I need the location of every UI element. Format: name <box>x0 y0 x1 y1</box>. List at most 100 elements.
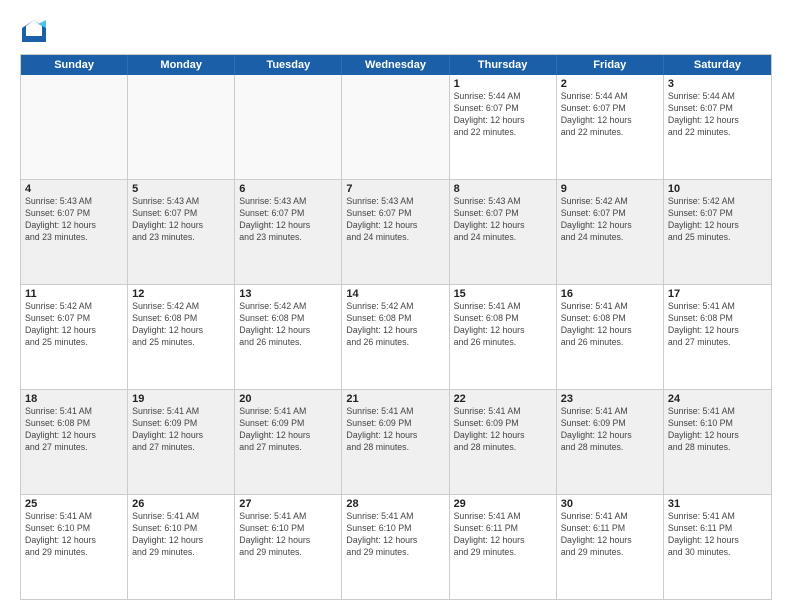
day-info: Sunrise: 5:42 AM Sunset: 6:08 PM Dayligh… <box>132 301 230 349</box>
day-cell-13: 13Sunrise: 5:42 AM Sunset: 6:08 PM Dayli… <box>235 285 342 389</box>
day-info: Sunrise: 5:42 AM Sunset: 6:08 PM Dayligh… <box>239 301 337 349</box>
day-number: 20 <box>239 393 337 405</box>
day-number: 2 <box>561 78 659 90</box>
weekday-header-thursday: Thursday <box>450 55 557 75</box>
day-info: Sunrise: 5:43 AM Sunset: 6:07 PM Dayligh… <box>346 196 444 244</box>
day-info: Sunrise: 5:41 AM Sunset: 6:09 PM Dayligh… <box>239 406 337 454</box>
day-number: 1 <box>454 78 552 90</box>
day-number: 12 <box>132 288 230 300</box>
day-cell-7: 7Sunrise: 5:43 AM Sunset: 6:07 PM Daylig… <box>342 180 449 284</box>
day-cell-31: 31Sunrise: 5:41 AM Sunset: 6:11 PM Dayli… <box>664 495 771 599</box>
day-number: 25 <box>25 498 123 510</box>
day-number: 18 <box>25 393 123 405</box>
day-number: 30 <box>561 498 659 510</box>
weekday-header-tuesday: Tuesday <box>235 55 342 75</box>
calendar-row-3: 18Sunrise: 5:41 AM Sunset: 6:08 PM Dayli… <box>21 390 771 495</box>
day-cell-23: 23Sunrise: 5:41 AM Sunset: 6:09 PM Dayli… <box>557 390 664 494</box>
day-number: 23 <box>561 393 659 405</box>
day-info: Sunrise: 5:41 AM Sunset: 6:08 PM Dayligh… <box>668 301 767 349</box>
day-info: Sunrise: 5:41 AM Sunset: 6:11 PM Dayligh… <box>454 511 552 559</box>
day-number: 14 <box>346 288 444 300</box>
empty-cell-0-2 <box>235 75 342 179</box>
day-number: 3 <box>668 78 767 90</box>
empty-cell-0-0 <box>21 75 128 179</box>
day-cell-20: 20Sunrise: 5:41 AM Sunset: 6:09 PM Dayli… <box>235 390 342 494</box>
day-number: 16 <box>561 288 659 300</box>
day-info: Sunrise: 5:41 AM Sunset: 6:10 PM Dayligh… <box>668 406 767 454</box>
day-cell-10: 10Sunrise: 5:42 AM Sunset: 6:07 PM Dayli… <box>664 180 771 284</box>
day-info: Sunrise: 5:44 AM Sunset: 6:07 PM Dayligh… <box>668 91 767 139</box>
day-cell-21: 21Sunrise: 5:41 AM Sunset: 6:09 PM Dayli… <box>342 390 449 494</box>
calendar-header: SundayMondayTuesdayWednesdayThursdayFrid… <box>21 55 771 75</box>
day-number: 29 <box>454 498 552 510</box>
day-number: 31 <box>668 498 767 510</box>
calendar-row-0: 1Sunrise: 5:44 AM Sunset: 6:07 PM Daylig… <box>21 75 771 180</box>
day-number: 13 <box>239 288 337 300</box>
day-cell-30: 30Sunrise: 5:41 AM Sunset: 6:11 PM Dayli… <box>557 495 664 599</box>
day-info: Sunrise: 5:42 AM Sunset: 6:07 PM Dayligh… <box>25 301 123 349</box>
day-cell-8: 8Sunrise: 5:43 AM Sunset: 6:07 PM Daylig… <box>450 180 557 284</box>
day-number: 6 <box>239 183 337 195</box>
day-cell-29: 29Sunrise: 5:41 AM Sunset: 6:11 PM Dayli… <box>450 495 557 599</box>
day-cell-27: 27Sunrise: 5:41 AM Sunset: 6:10 PM Dayli… <box>235 495 342 599</box>
day-cell-24: 24Sunrise: 5:41 AM Sunset: 6:10 PM Dayli… <box>664 390 771 494</box>
day-info: Sunrise: 5:44 AM Sunset: 6:07 PM Dayligh… <box>561 91 659 139</box>
day-cell-22: 22Sunrise: 5:41 AM Sunset: 6:09 PM Dayli… <box>450 390 557 494</box>
day-number: 22 <box>454 393 552 405</box>
calendar-row-2: 11Sunrise: 5:42 AM Sunset: 6:07 PM Dayli… <box>21 285 771 390</box>
day-info: Sunrise: 5:42 AM Sunset: 6:07 PM Dayligh… <box>561 196 659 244</box>
day-number: 17 <box>668 288 767 300</box>
day-cell-6: 6Sunrise: 5:43 AM Sunset: 6:07 PM Daylig… <box>235 180 342 284</box>
day-cell-11: 11Sunrise: 5:42 AM Sunset: 6:07 PM Dayli… <box>21 285 128 389</box>
header <box>20 18 772 46</box>
day-number: 15 <box>454 288 552 300</box>
day-info: Sunrise: 5:41 AM Sunset: 6:08 PM Dayligh… <box>561 301 659 349</box>
logo-icon <box>20 18 48 46</box>
logo <box>20 18 52 46</box>
day-info: Sunrise: 5:42 AM Sunset: 6:07 PM Dayligh… <box>668 196 767 244</box>
day-number: 21 <box>346 393 444 405</box>
day-number: 11 <box>25 288 123 300</box>
calendar: SundayMondayTuesdayWednesdayThursdayFrid… <box>20 54 772 600</box>
empty-cell-0-1 <box>128 75 235 179</box>
calendar-row-4: 25Sunrise: 5:41 AM Sunset: 6:10 PM Dayli… <box>21 495 771 599</box>
weekday-header-wednesday: Wednesday <box>342 55 449 75</box>
day-info: Sunrise: 5:43 AM Sunset: 6:07 PM Dayligh… <box>132 196 230 244</box>
day-info: Sunrise: 5:41 AM Sunset: 6:11 PM Dayligh… <box>561 511 659 559</box>
day-info: Sunrise: 5:41 AM Sunset: 6:09 PM Dayligh… <box>346 406 444 454</box>
day-info: Sunrise: 5:41 AM Sunset: 6:09 PM Dayligh… <box>454 406 552 454</box>
day-info: Sunrise: 5:41 AM Sunset: 6:09 PM Dayligh… <box>561 406 659 454</box>
day-number: 19 <box>132 393 230 405</box>
day-info: Sunrise: 5:41 AM Sunset: 6:10 PM Dayligh… <box>25 511 123 559</box>
day-number: 7 <box>346 183 444 195</box>
day-cell-15: 15Sunrise: 5:41 AM Sunset: 6:08 PM Dayli… <box>450 285 557 389</box>
day-number: 9 <box>561 183 659 195</box>
day-cell-3: 3Sunrise: 5:44 AM Sunset: 6:07 PM Daylig… <box>664 75 771 179</box>
day-cell-28: 28Sunrise: 5:41 AM Sunset: 6:10 PM Dayli… <box>342 495 449 599</box>
day-number: 24 <box>668 393 767 405</box>
day-cell-1: 1Sunrise: 5:44 AM Sunset: 6:07 PM Daylig… <box>450 75 557 179</box>
day-cell-9: 9Sunrise: 5:42 AM Sunset: 6:07 PM Daylig… <box>557 180 664 284</box>
day-number: 26 <box>132 498 230 510</box>
calendar-row-1: 4Sunrise: 5:43 AM Sunset: 6:07 PM Daylig… <box>21 180 771 285</box>
day-number: 10 <box>668 183 767 195</box>
day-cell-26: 26Sunrise: 5:41 AM Sunset: 6:10 PM Dayli… <box>128 495 235 599</box>
day-cell-12: 12Sunrise: 5:42 AM Sunset: 6:08 PM Dayli… <box>128 285 235 389</box>
day-cell-4: 4Sunrise: 5:43 AM Sunset: 6:07 PM Daylig… <box>21 180 128 284</box>
day-cell-19: 19Sunrise: 5:41 AM Sunset: 6:09 PM Dayli… <box>128 390 235 494</box>
day-info: Sunrise: 5:41 AM Sunset: 6:10 PM Dayligh… <box>346 511 444 559</box>
day-number: 5 <box>132 183 230 195</box>
day-info: Sunrise: 5:43 AM Sunset: 6:07 PM Dayligh… <box>454 196 552 244</box>
day-info: Sunrise: 5:41 AM Sunset: 6:09 PM Dayligh… <box>132 406 230 454</box>
weekday-header-saturday: Saturday <box>664 55 771 75</box>
day-info: Sunrise: 5:41 AM Sunset: 6:10 PM Dayligh… <box>132 511 230 559</box>
weekday-header-friday: Friday <box>557 55 664 75</box>
day-info: Sunrise: 5:41 AM Sunset: 6:10 PM Dayligh… <box>239 511 337 559</box>
day-cell-25: 25Sunrise: 5:41 AM Sunset: 6:10 PM Dayli… <box>21 495 128 599</box>
weekday-header-sunday: Sunday <box>21 55 128 75</box>
day-info: Sunrise: 5:44 AM Sunset: 6:07 PM Dayligh… <box>454 91 552 139</box>
day-info: Sunrise: 5:41 AM Sunset: 6:08 PM Dayligh… <box>454 301 552 349</box>
day-cell-18: 18Sunrise: 5:41 AM Sunset: 6:08 PM Dayli… <box>21 390 128 494</box>
day-number: 8 <box>454 183 552 195</box>
day-info: Sunrise: 5:43 AM Sunset: 6:07 PM Dayligh… <box>25 196 123 244</box>
